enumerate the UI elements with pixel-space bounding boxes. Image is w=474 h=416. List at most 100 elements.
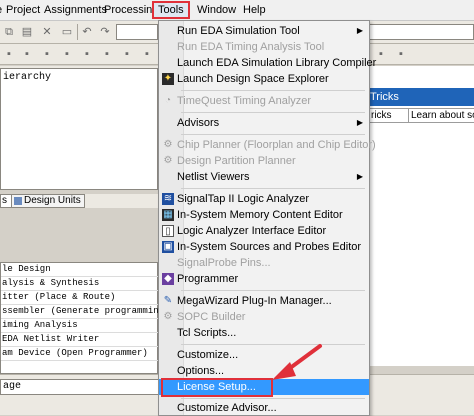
menu-item-run-eda-simulation-tool[interactable]: Run EDA Simulation Tool ▶ xyxy=(159,23,369,39)
task-row[interactable]: iming Analysis xyxy=(1,319,162,333)
menu-item-project[interactable]: Project xyxy=(6,3,40,17)
search-field[interactable] xyxy=(368,24,474,40)
menu-item-help[interactable]: Help xyxy=(243,3,266,17)
toolbar-icon[interactable]: ▪ xyxy=(2,48,16,60)
menu-separator xyxy=(181,290,365,291)
menu-item-license-setup[interactable]: License Setup... xyxy=(159,378,369,397)
task-row[interactable]: ssembler (Generate programming file xyxy=(1,305,162,319)
paste-icon[interactable]: ▤ xyxy=(20,26,34,38)
toolbar-icon[interactable]: ▪ xyxy=(60,48,74,60)
memory-editor-icon: ▦ xyxy=(162,209,174,221)
menu-item-label: Run EDA Simulation Tool xyxy=(177,25,300,37)
menu-item-in-system-memory-content-editor[interactable]: ▦ In-System Memory Content Editor xyxy=(159,207,369,223)
menu-item-label: In-System Memory Content Editor xyxy=(177,209,343,221)
toolbar-icon[interactable]: ▪ xyxy=(40,48,54,60)
menu-item-signaltap-ii-logic-analyzer[interactable]: ≋ SignalTap II Logic Analyzer xyxy=(159,191,369,207)
sources-probes-icon: ▣ xyxy=(162,241,174,253)
delete-icon[interactable]: ✕ xyxy=(40,26,54,38)
task-row[interactable]: alysis & Synthesis xyxy=(1,277,162,291)
menu-item-timequest-timing-analyzer[interactable]: ◔ TimeQuest Timing Analyzer xyxy=(159,93,369,109)
menu-separator xyxy=(181,134,365,135)
redo-icon[interactable]: ↷ xyxy=(98,26,112,38)
menu-item-label: MegaWizard Plug-In Manager... xyxy=(177,295,332,307)
menu-separator xyxy=(181,188,365,189)
chip-planner-icon: ⚙ xyxy=(163,139,173,150)
menu-item-options[interactable]: Options... xyxy=(159,363,369,379)
menu-item-label: SignalTap II Logic Analyzer xyxy=(177,193,310,205)
menu-item-label: SignalProbe Pins... xyxy=(177,257,271,269)
message-box: age xyxy=(0,379,162,395)
menu-bar: e Project Assignments Processing Tools W… xyxy=(0,0,474,21)
menu-item-label: Chip Planner (Floorplan and Chip Editor) xyxy=(177,139,376,151)
menu-item-in-system-sources-and-probes-editor[interactable]: ▣ In-System Sources and Probes Editor xyxy=(159,239,369,255)
menu-item-advisors[interactable]: Advisors ▶ xyxy=(159,115,369,131)
menu-item-label: Tcl Scripts... xyxy=(177,327,237,339)
tricks-cell[interactable]: ricks xyxy=(368,108,409,123)
submenu-arrow-icon: ▶ xyxy=(356,118,363,127)
menu-item-label: Launch EDA Simulation Library Compiler xyxy=(177,57,377,69)
submenu-arrow-icon: ▶ xyxy=(356,26,363,35)
save-icon[interactable]: ▭ xyxy=(60,26,74,38)
toolbar-icon[interactable]: ▪ xyxy=(80,48,94,60)
menu-item-window[interactable]: Window xyxy=(197,3,236,17)
menu-item-label: SOPC Builder xyxy=(177,311,246,323)
menu-item-chip-planner[interactable]: ⚙ Chip Planner (Floorplan and Chip Edito… xyxy=(159,137,376,153)
menu-item-run-eda-timing-analysis-tool[interactable]: Run EDA Timing Analysis Tool xyxy=(159,39,369,55)
menu-item-megawizard-plug-in-manager[interactable]: ✎ MegaWizard Plug-In Manager... xyxy=(159,293,369,309)
copy-icon[interactable]: ⧉ xyxy=(2,26,16,38)
menu-separator xyxy=(181,398,365,399)
tricks-title: Tricks xyxy=(370,91,399,103)
menu-item-label: Netlist Viewers xyxy=(177,171,250,183)
lai-editor-icon: ▯ xyxy=(162,225,174,237)
toolbar-icon[interactable]: ▪ xyxy=(394,48,408,60)
tools-menu: Run EDA Simulation Tool ▶ Run EDA Timing… xyxy=(158,20,376,416)
task-row[interactable]: le Design xyxy=(1,263,162,277)
timequest-icon: ◔ xyxy=(164,95,172,106)
menu-item-launch-eda-simulation-library-compiler[interactable]: Launch EDA Simulation Library Compiler xyxy=(159,55,376,71)
menu-item-tools[interactable]: Tools xyxy=(152,1,190,19)
project-combo[interactable] xyxy=(116,24,158,40)
message-label: age xyxy=(3,381,22,392)
toolbar-icon[interactable]: ▪ xyxy=(100,48,114,60)
menu-item-label: Logic Analyzer Interface Editor xyxy=(177,225,327,237)
menu-item-processing[interactable]: Processing xyxy=(104,3,158,17)
menu-item-assignments[interactable]: Assignments xyxy=(44,3,107,17)
tab-design-units[interactable]: Design Units xyxy=(11,194,85,208)
undo-icon[interactable]: ↶ xyxy=(80,26,94,38)
menu-item-label: Advisors xyxy=(177,117,220,129)
tricks-cell[interactable]: Learn about some xyxy=(408,108,474,123)
task-row[interactable]: EDA Netlist Writer xyxy=(1,333,162,347)
menu-item-signalprobe-pins[interactable]: SignalProbe Pins... xyxy=(159,255,369,271)
dse-icon: ✦ xyxy=(162,73,174,85)
tasks-list: le Design alysis & Synthesis itter (Plac… xyxy=(0,262,162,374)
toolbar-divider xyxy=(77,24,78,40)
menu-item-edit-partial[interactable]: e xyxy=(0,3,2,17)
toolbar-icon[interactable]: ▪ xyxy=(120,48,134,60)
annotation-arrow-icon xyxy=(272,344,322,380)
menu-item-customize[interactable]: Customize... xyxy=(159,347,369,363)
annotation-highlight-box xyxy=(161,378,273,397)
menu-item-tcl-scripts[interactable]: Tcl Scripts... xyxy=(159,325,369,341)
menu-item-logic-analyzer-interface-editor[interactable]: ▯ Logic Analyzer Interface Editor xyxy=(159,223,369,239)
menu-item-label: Programmer xyxy=(177,273,239,285)
toolbar-icon[interactable]: ▪ xyxy=(140,48,154,60)
menu-separator xyxy=(181,90,365,91)
menu-item-label: TimeQuest Timing Analyzer xyxy=(177,95,312,107)
menu-item-label: Launch Design Space Explorer xyxy=(177,73,329,85)
menu-item-label: Design Partition Planner xyxy=(177,155,296,167)
megawizard-icon: ✎ xyxy=(163,295,173,306)
menu-item-netlist-viewers[interactable]: Netlist Viewers ▶ xyxy=(159,169,369,185)
task-row[interactable]: itter (Place & Route) xyxy=(1,291,162,305)
navigator-tabs: s Design Units xyxy=(0,194,158,208)
menu-item-label: In-System Sources and Probes Editor xyxy=(177,241,362,253)
task-row[interactable]: am Device (Open Programmer) xyxy=(1,347,162,361)
menu-item-label: Options... xyxy=(177,365,225,377)
menu-separator xyxy=(181,112,365,113)
signaltap-icon: ≋ xyxy=(162,193,174,205)
menu-item-design-partition-planner[interactable]: ⚙ Design Partition Planner xyxy=(159,153,369,169)
programmer-icon: ◆ xyxy=(162,273,174,285)
menu-item-sopc-builder[interactable]: ⚙ SOPC Builder xyxy=(159,309,369,325)
menu-item-launch-design-space-explorer[interactable]: ✦ Launch Design Space Explorer xyxy=(159,71,369,87)
menu-item-programmer[interactable]: ◆ Programmer xyxy=(159,271,369,287)
toolbar-icon[interactable]: ▪ xyxy=(20,48,34,60)
